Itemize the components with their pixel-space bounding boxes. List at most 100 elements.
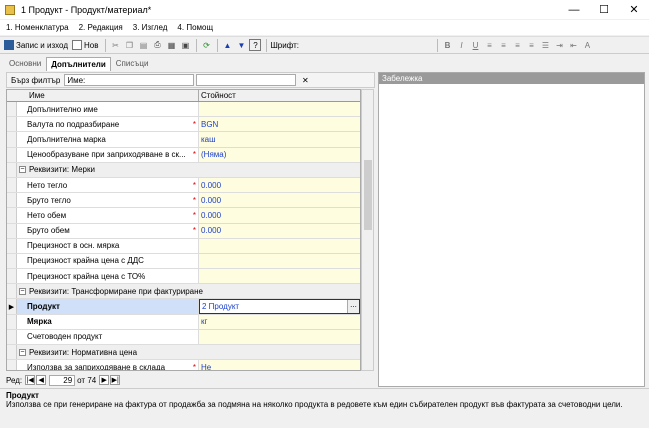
record-number-input[interactable]: 29 <box>49 374 76 386</box>
row-indicator[interactable] <box>7 253 17 269</box>
font-color-icon[interactable]: A <box>581 39 593 51</box>
tab-lists[interactable]: Списъци <box>111 56 154 71</box>
row-indicator[interactable] <box>7 284 17 299</box>
next-record-button[interactable]: ▶ <box>99 375 110 385</box>
property-row[interactable]: Счетоводен продукт <box>7 329 360 345</box>
property-value[interactable]: каш <box>199 132 360 147</box>
menu-nomenclature[interactable]: 1. Номенклатура <box>6 23 69 32</box>
property-value[interactable]: 0.000 <box>199 177 360 193</box>
menu-help[interactable]: 4. Помощ <box>177 23 213 32</box>
menu-edit[interactable]: 2. Редакция <box>79 23 123 32</box>
property-row[interactable]: Ценообразуване при заприходяване в ск...… <box>7 147 360 163</box>
first-record-button[interactable]: |◀ <box>25 375 36 385</box>
lookup-button[interactable]: ... <box>347 300 359 313</box>
property-row[interactable]: Нето обем * 0.000 <box>7 208 360 224</box>
property-value[interactable]: (Няма) <box>199 147 360 162</box>
row-indicator[interactable] <box>7 208 17 223</box>
bold-icon[interactable]: B <box>441 39 453 51</box>
move-down-icon[interactable]: ▼ <box>235 39 247 51</box>
property-row[interactable]: ▶ Продукт 2 Продукт... <box>7 299 360 315</box>
filter-field-combo[interactable]: Име: <box>64 74 195 86</box>
category-row[interactable]: − Реквизити: Трансформиране при фактурира… <box>7 284 360 300</box>
justify-icon[interactable]: ≡ <box>525 39 537 51</box>
column-header-value[interactable]: Стойност <box>199 90 360 101</box>
print-icon[interactable]: ⎙ <box>151 39 163 51</box>
property-value[interactable]: кг <box>199 314 360 329</box>
italic-icon[interactable]: I <box>455 39 467 51</box>
align-center-icon[interactable]: ≡ <box>497 39 509 51</box>
indent-icon[interactable]: ⇥ <box>553 39 565 51</box>
last-record-button[interactable]: ▶| <box>110 375 121 385</box>
property-value[interactable]: 2 Продукт... <box>199 299 360 314</box>
row-indicator[interactable] <box>7 269 17 284</box>
bullets-icon[interactable]: ☰ <box>539 39 551 51</box>
property-value[interactable] <box>199 238 360 253</box>
row-indicator[interactable] <box>7 132 17 147</box>
row-indicator[interactable]: ▶ <box>7 299 17 314</box>
property-value[interactable] <box>199 253 360 269</box>
property-value[interactable] <box>199 329 360 344</box>
property-value[interactable]: BGN <box>199 117 360 132</box>
category-row[interactable]: − Реквизити: Нормативна цена <box>7 345 360 361</box>
clear-filter-icon[interactable]: ✕ <box>299 74 311 86</box>
property-row[interactable]: Прецизност в осн. мярка <box>7 238 360 254</box>
save-exit-button[interactable]: Запис и изход <box>4 38 68 52</box>
row-indicator[interactable] <box>7 345 17 360</box>
outdent-icon[interactable]: ⇤ <box>567 39 579 51</box>
tab-main[interactable]: Основни <box>4 56 46 71</box>
maximize-button[interactable]: ☐ <box>589 0 619 19</box>
row-indicator[interactable] <box>7 177 17 193</box>
row-indicator[interactable] <box>7 147 17 162</box>
property-value[interactable] <box>199 269 360 284</box>
collapse-toggle-icon[interactable]: − <box>18 348 26 356</box>
category-row[interactable]: − Реквизити: Мерки <box>7 162 360 178</box>
collapse-toggle-icon[interactable]: − <box>18 287 26 295</box>
preview-icon[interactable]: ▦ <box>165 39 177 51</box>
row-indicator[interactable] <box>7 193 17 208</box>
row-indicator[interactable] <box>7 162 17 177</box>
property-row[interactable]: Бруто обем * 0.000 <box>7 223 360 239</box>
collapse-toggle-icon[interactable]: − <box>18 166 26 174</box>
close-button[interactable]: ✕ <box>619 0 649 19</box>
row-indicator[interactable] <box>7 314 17 329</box>
property-row[interactable]: Допълнителна марка каш <box>7 132 360 148</box>
filter-input[interactable] <box>196 74 297 86</box>
property-row[interactable]: Използва за заприходяване в склада * Не <box>7 360 360 370</box>
align-left-icon[interactable]: ≡ <box>483 39 495 51</box>
row-indicator[interactable] <box>7 117 17 132</box>
property-value[interactable]: 0.000 <box>199 208 360 223</box>
underline-icon[interactable]: U <box>469 39 481 51</box>
property-value[interactable]: 0.000 <box>199 223 360 238</box>
cut-icon[interactable]: ✂ <box>109 39 121 51</box>
align-right-icon[interactable]: ≡ <box>511 39 523 51</box>
property-row[interactable]: Прецизност крайна цена с ДДС <box>7 253 360 270</box>
property-row[interactable]: Бруто тегло * 0.000 <box>7 193 360 209</box>
refresh-icon[interactable]: ⟳ <box>200 39 212 51</box>
row-indicator[interactable] <box>7 329 17 344</box>
new-button[interactable]: Нов <box>71 38 98 52</box>
property-value[interactable] <box>199 102 360 117</box>
row-indicator[interactable] <box>7 360 17 370</box>
copy-row-icon[interactable]: ▣ <box>179 39 191 51</box>
row-indicator[interactable] <box>7 102 17 117</box>
property-row[interactable]: Прецизност крайна цена с ТО% <box>7 269 360 285</box>
column-header-name[interactable]: Име <box>7 90 199 101</box>
copy-icon[interactable]: ❐ <box>123 39 135 51</box>
property-row[interactable]: Мярка кг <box>7 314 360 330</box>
paste-icon[interactable]: ▤ <box>137 39 149 51</box>
help-icon[interactable]: ? <box>249 39 262 51</box>
tab-additional[interactable]: Допълнители <box>46 57 111 71</box>
row-indicator[interactable] <box>7 238 17 253</box>
property-row[interactable]: Нето тегло * 0.000 <box>7 177 360 194</box>
row-indicator[interactable] <box>7 223 17 238</box>
menu-view[interactable]: 3. Изглед <box>133 23 168 32</box>
property-value[interactable]: 0.000 <box>199 193 360 208</box>
scrollbar-thumb[interactable] <box>364 160 372 230</box>
minimize-button[interactable]: — <box>559 0 589 19</box>
property-value[interactable]: Не <box>199 360 360 370</box>
property-row[interactable]: Валута по подразбиране * BGN <box>7 117 360 133</box>
property-row[interactable]: Допълнително име <box>7 102 360 118</box>
notes-panel[interactable]: Забележка <box>378 72 645 387</box>
prev-record-button[interactable]: ◀ <box>36 375 47 385</box>
grid-scrollbar[interactable] <box>361 89 374 371</box>
